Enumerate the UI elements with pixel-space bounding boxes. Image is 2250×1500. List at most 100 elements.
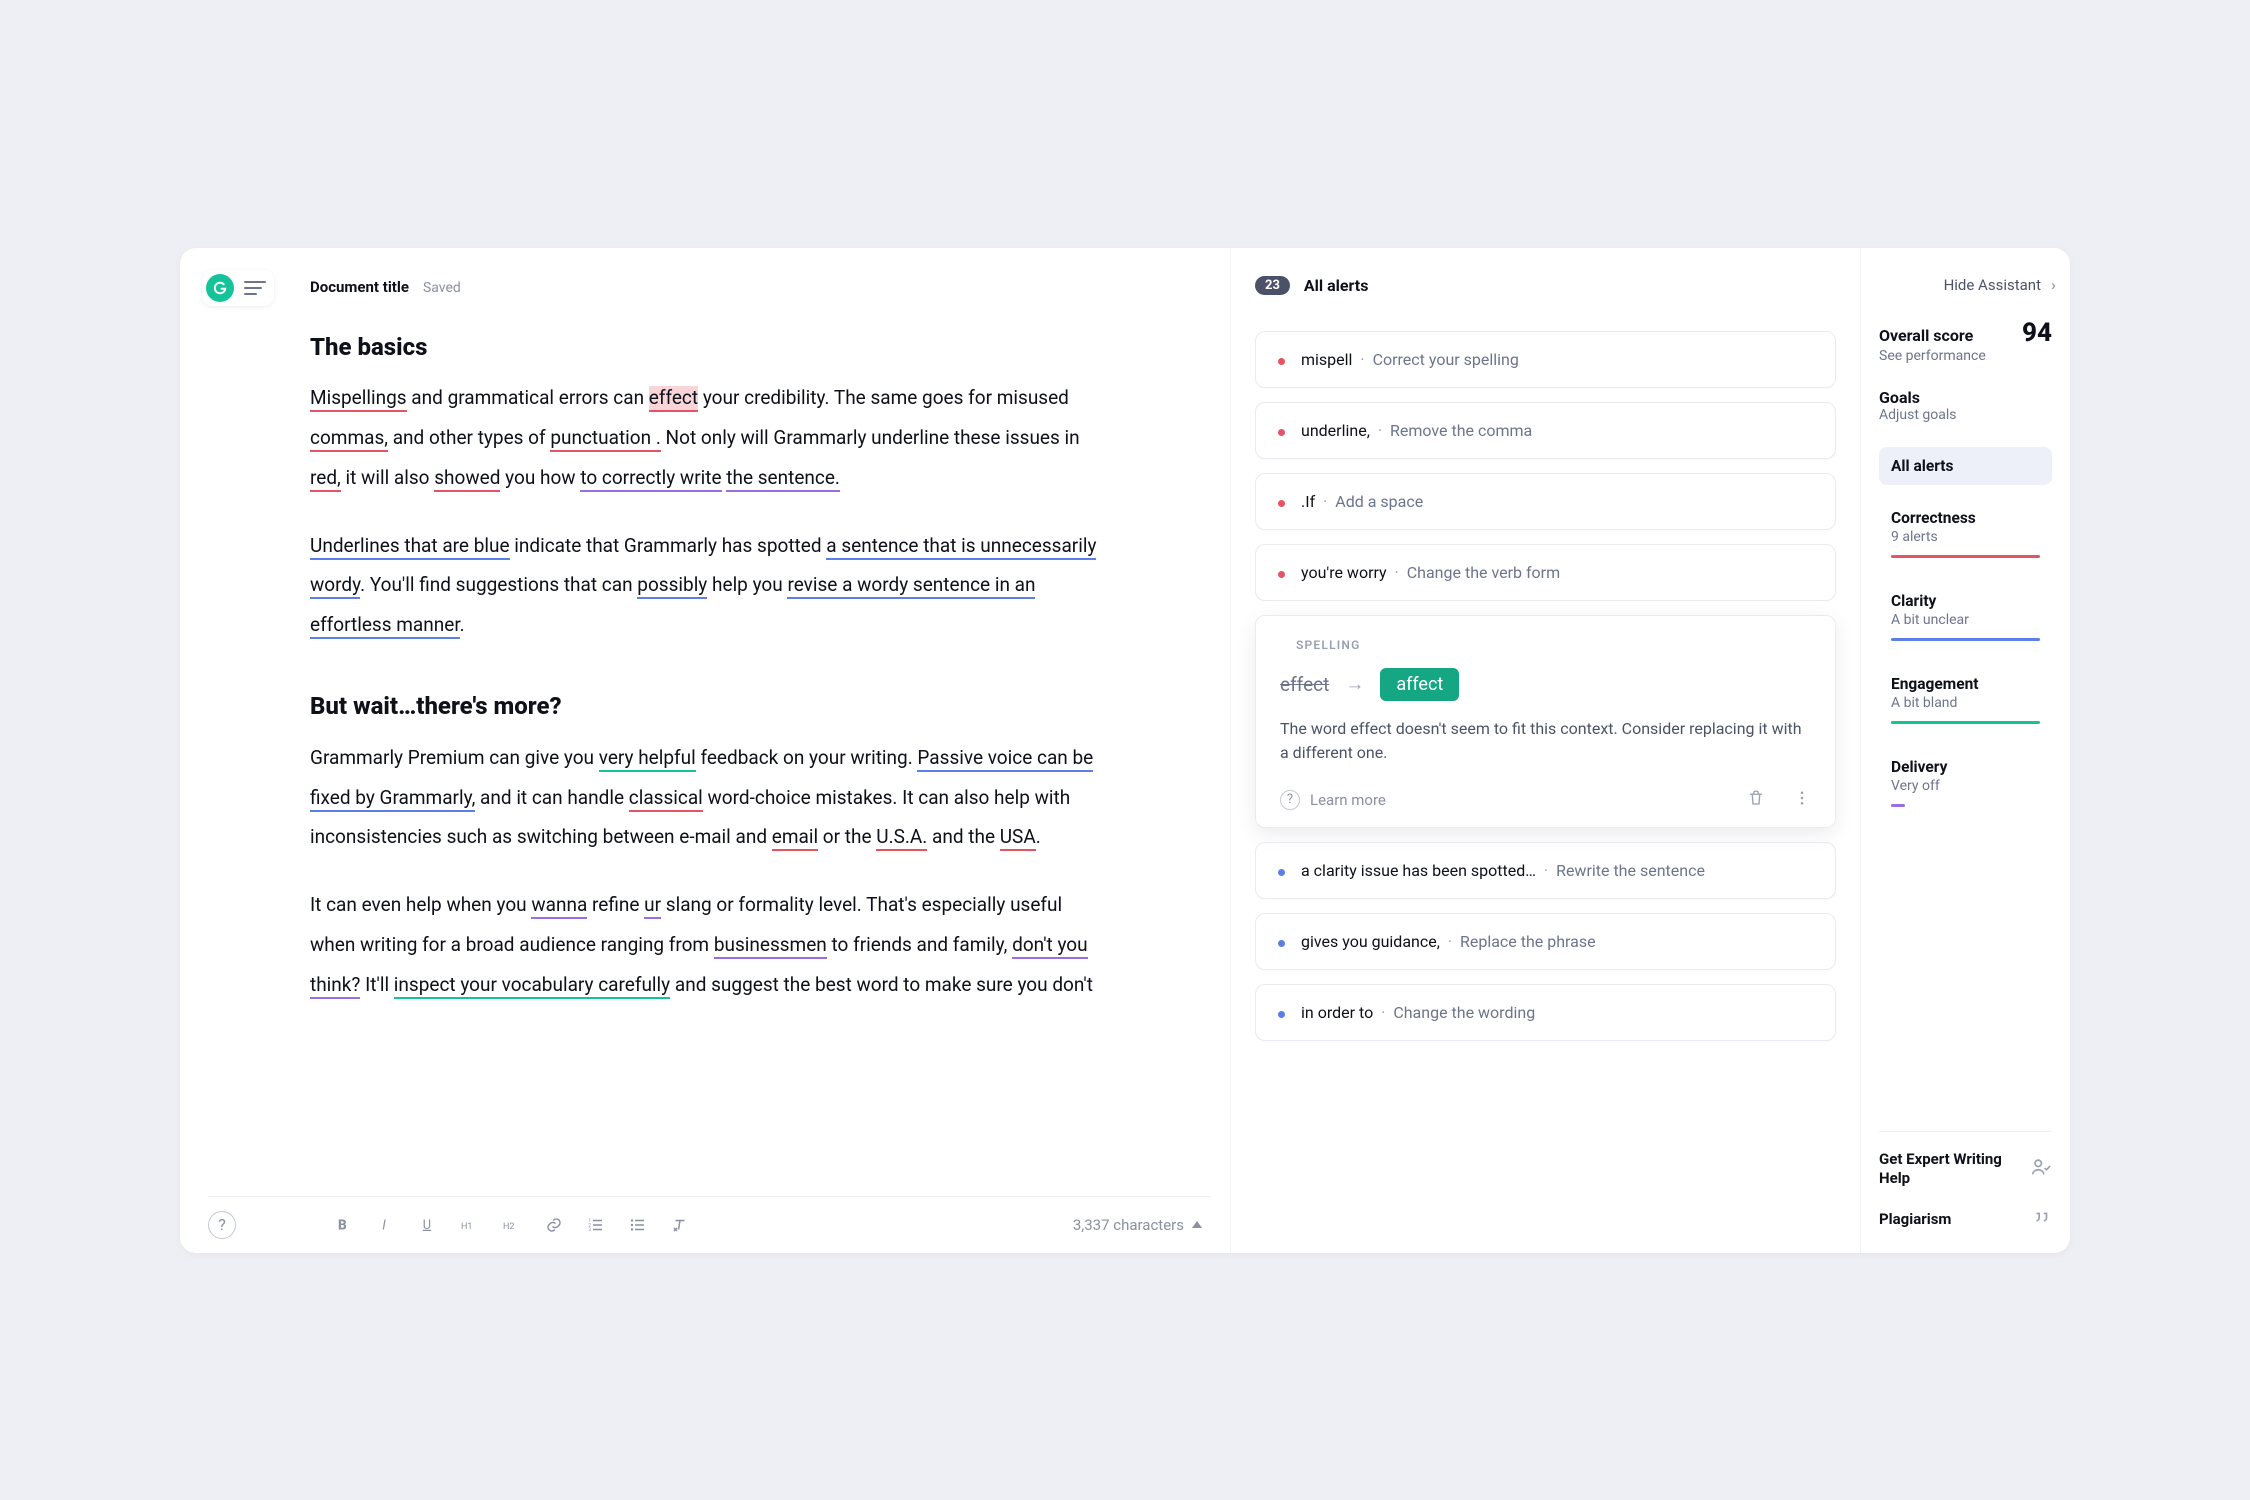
svg-text:B: B [338, 1217, 347, 1233]
paragraph-4: It can even help when you wanna refine u… [310, 885, 1100, 1005]
h2-button[interactable]: H2 [502, 1215, 522, 1235]
document-title[interactable]: Document title [310, 278, 409, 296]
metric-clarity[interactable]: ClarityA bit unclear [1879, 582, 2052, 651]
heading-more: But wait…there's more? [310, 681, 1100, 731]
document-header: Document title Saved [310, 278, 1190, 296]
alert-text: mispell · Correct your spelling [1301, 350, 1519, 369]
original-word: effect [1280, 673, 1329, 696]
alert-text: gives you guidance, · Replace the phrase [1301, 932, 1596, 951]
assistant-panel: Hide Assistant ›› Overall score 94 See p… [1860, 248, 2070, 1253]
alert-text: .If · Add a space [1301, 492, 1423, 511]
tone-correctly-write[interactable]: to correctly write [580, 466, 721, 492]
error-email[interactable]: email [772, 825, 818, 851]
severity-dot [1278, 571, 1285, 578]
alerts-count-badge: 23 [1255, 276, 1290, 295]
engage-very-helpful[interactable]: very helpful [599, 746, 696, 772]
italic-button[interactable]: I [376, 1215, 396, 1235]
person-check-icon [2030, 1156, 2052, 1182]
arrow-right-icon: → [1345, 672, 1364, 696]
alert-card[interactable]: underline, · Remove the comma [1255, 402, 1836, 459]
alert-text: you're worry · Change the verb form [1301, 563, 1560, 582]
severity-dot [1278, 940, 1285, 947]
error-usa1[interactable]: U.S.A. [876, 825, 927, 851]
h1-button[interactable]: H1 [460, 1215, 480, 1235]
alert-list: mispell · Correct your spelling underline… [1255, 331, 1836, 1041]
error-punctuation[interactable]: punctuation . [550, 426, 661, 452]
paragraph-1: Mispellings and grammatical errors can e… [310, 378, 1100, 498]
more-icon[interactable] [1793, 789, 1811, 811]
error-commas[interactable]: commas, [310, 426, 388, 452]
engage-inspect[interactable]: inspect your vocabulary carefully [394, 973, 670, 999]
alert-card[interactable]: mispell · Correct your spelling [1255, 331, 1836, 388]
document-body[interactable]: The basics Mispellings and grammatical e… [310, 322, 1100, 1253]
error-showed[interactable]: showed [434, 466, 500, 492]
metric-engagement[interactable]: EngagementA bit bland [1879, 665, 2052, 734]
severity-dot [1278, 869, 1285, 876]
chevron-right-icon: ›› [2051, 276, 2052, 294]
svg-text:I: I [382, 1217, 386, 1233]
score-sub: See performance [1879, 348, 2052, 364]
app-window: Document title Saved The basics Mispelli… [180, 248, 2070, 1253]
severity-dot [1278, 358, 1285, 365]
character-count[interactable]: 3,337 characters [1073, 1216, 1202, 1234]
alert-text: in order to · Change the wording [1301, 1003, 1535, 1022]
paragraph-2: Underlines that are blue indicate that G… [310, 526, 1100, 646]
tone-wanna[interactable]: wanna [531, 893, 587, 919]
svg-text:3: 3 [589, 1227, 592, 1233]
error-mispellings[interactable]: Mispellings [310, 386, 407, 412]
plagiarism-button[interactable]: Plagiarism [1879, 1207, 2052, 1233]
score-label: Overall score [1879, 326, 1973, 345]
error-red[interactable]: red, [310, 466, 341, 492]
editor-toolbar: ? B I U H1 H2 123 3,337 characters [208, 1196, 1210, 1239]
save-status: Saved [423, 280, 461, 296]
learn-more-button[interactable]: ?Learn more [1280, 790, 1386, 810]
tone-businessmen[interactable]: businessmen [714, 933, 827, 959]
quote-icon [2030, 1207, 2052, 1233]
alert-card[interactable]: a clarity issue has been spotted… · Rewr… [1255, 842, 1836, 899]
error-classical[interactable]: classical [629, 786, 703, 812]
ordered-list-button[interactable]: 123 [586, 1215, 606, 1235]
alerts-heading: All alerts [1304, 276, 1369, 295]
assistant-footer: Get Expert Writing Help Plagiarism [1879, 1131, 2052, 1233]
clear-formatting-button[interactable] [670, 1215, 690, 1235]
underline-button[interactable]: U [418, 1215, 438, 1235]
help-icon: ? [1280, 790, 1300, 810]
severity-dot [1278, 429, 1285, 436]
alert-card-expanded[interactable]: SPELLING effect → affect The word effect doe… [1255, 615, 1836, 828]
alert-card[interactable]: gives you guidance, · Replace the phrase [1255, 913, 1836, 970]
alert-card[interactable]: in order to · Change the wording [1255, 984, 1836, 1041]
clarity-possibly[interactable]: possibly [637, 573, 707, 599]
goals-block[interactable]: Goals Adjust goals [1879, 388, 2052, 423]
suggested-word[interactable]: affect [1380, 668, 1459, 701]
goals-label: Goals [1879, 388, 2052, 407]
alert-text: underline, · Remove the comma [1301, 421, 1532, 440]
alert-card[interactable]: you're worry · Change the verb form [1255, 544, 1836, 601]
alert-category: SPELLING [1296, 638, 1361, 652]
goals-sub: Adjust goals [1879, 407, 2052, 423]
unordered-list-button[interactable] [628, 1215, 648, 1235]
metric-all-alerts[interactable]: All alerts [1879, 447, 2052, 485]
metric-delivery[interactable]: DeliveryVery off [1879, 748, 2052, 817]
help-button[interactable]: ? [208, 1211, 236, 1239]
alert-card[interactable]: .If · Add a space [1255, 473, 1836, 530]
svg-text:H2: H2 [503, 1221, 514, 1231]
heading-basics: The basics [310, 322, 1100, 372]
trash-icon[interactable] [1747, 789, 1765, 811]
severity-dot [1278, 500, 1285, 507]
alert-description: The word effect doesn't seem to fit this… [1280, 717, 1811, 765]
alerts-pane: 23 All alerts mispell · Correct your spe… [1230, 248, 1860, 1253]
error-effect[interactable]: effect [649, 386, 698, 412]
link-button[interactable] [544, 1215, 564, 1235]
tone-ur[interactable]: ur [644, 893, 661, 919]
expert-help-button[interactable]: Get Expert Writing Help [1879, 1150, 2052, 1189]
paragraph-3: Grammarly Premium can give you very help… [310, 738, 1100, 858]
tone-the-sentence[interactable]: the sentence. [726, 466, 840, 492]
error-usa2[interactable]: USA [1000, 825, 1036, 851]
hide-assistant-button[interactable]: Hide Assistant ›› [1879, 276, 2052, 294]
overall-score-block[interactable]: Overall score 94 See performance [1879, 318, 2052, 364]
clarity-blue-underlines[interactable]: Underlines that are blue [310, 534, 510, 560]
metric-correctness[interactable]: Correctness9 alerts [1879, 499, 2052, 568]
bold-button[interactable]: B [334, 1215, 354, 1235]
editor-pane: Document title Saved The basics Mispelli… [180, 248, 1230, 1253]
alerts-header: 23 All alerts [1255, 276, 1836, 295]
